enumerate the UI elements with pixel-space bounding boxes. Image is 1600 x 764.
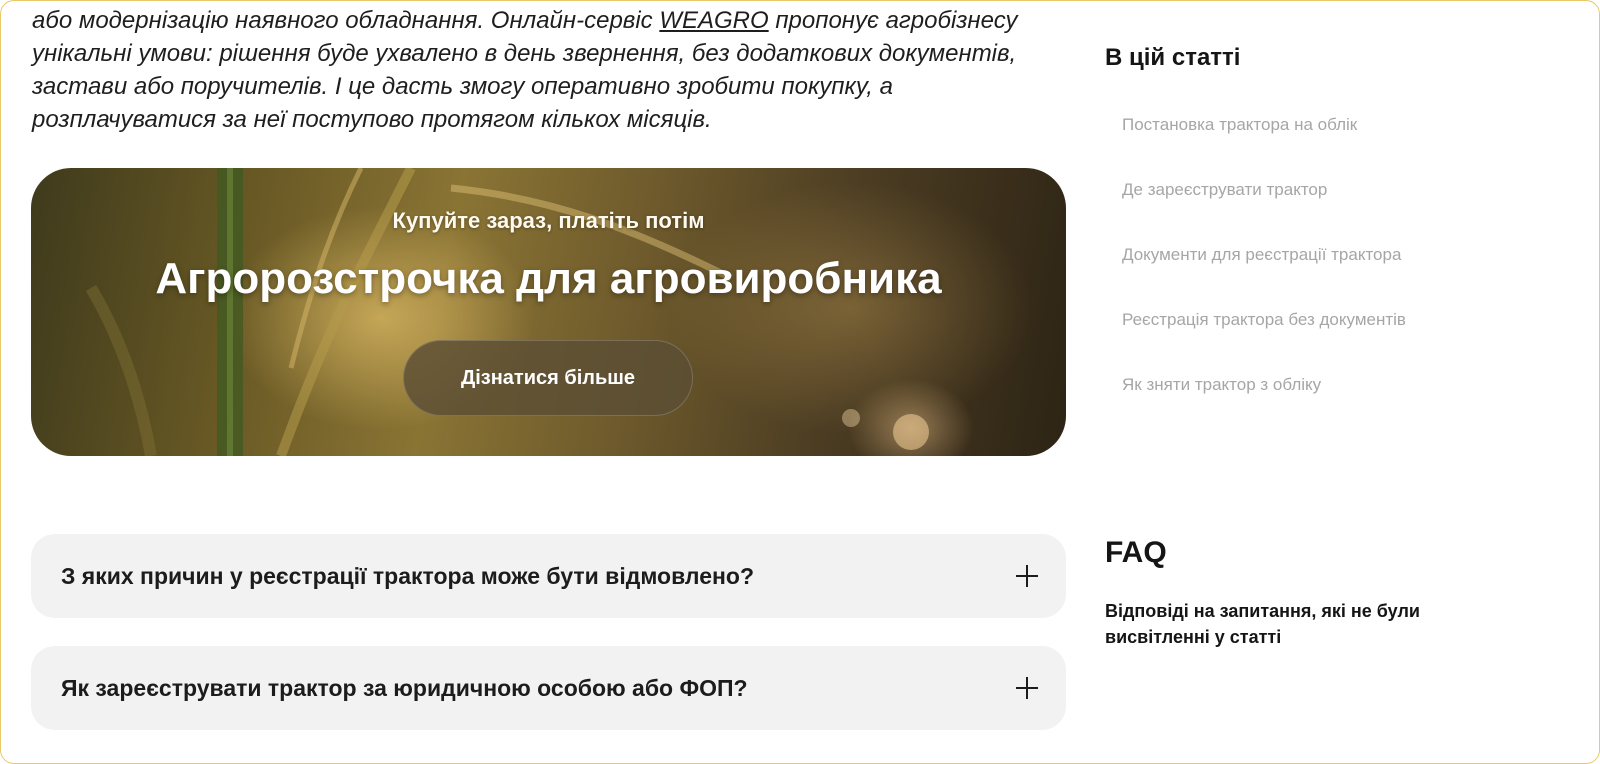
promo-banner[interactable]: Купуйте зараз, платіть потім Агророзстро…: [31, 168, 1066, 456]
toc-item: Постановка трактора на облік: [1122, 112, 1406, 177]
faq-subtitle: Відповіді на запитання, які не були висв…: [1105, 601, 1420, 647]
table-of-contents: Постановка трактора на облік Де зареєстр…: [1122, 112, 1406, 437]
toc-item: Як зняти трактор з обліку: [1122, 372, 1406, 437]
weagro-link[interactable]: WEAGRO: [659, 7, 768, 34]
faq-question: Як зареєструвати трактор за юридичною ос…: [61, 674, 748, 701]
faq-question: З яких причин у реєстрації трактора може…: [61, 562, 754, 589]
faq-accordion-item[interactable]: З яких причин у реєстрації трактора може…: [31, 534, 1066, 618]
toc-link[interactable]: Постановка трактора на облік: [1122, 115, 1357, 134]
toc-item: Документи для реєстрації трактора: [1122, 242, 1406, 307]
toc-link[interactable]: Реєстрація трактора без документів: [1122, 310, 1406, 329]
faq-accordion-item[interactable]: Як зареєструвати трактор за юридичною ос…: [31, 646, 1066, 730]
intro-text-lead: або модернізацію наявного обладнання. Он…: [32, 7, 660, 34]
learn-more-button[interactable]: Дізнатися більше: [403, 340, 693, 416]
article-intro-paragraph: або модернізацію наявного обладнання. Он…: [32, 4, 1042, 136]
faq-heading: FAQ: [1105, 536, 1167, 569]
toc-item: Де зареєструвати трактор: [1122, 177, 1406, 242]
plus-icon[interactable]: [1016, 677, 1038, 699]
banner-eyebrow: Купуйте зараз, платіть потім: [392, 208, 705, 233]
toc-link[interactable]: Де зареєструвати трактор: [1122, 180, 1327, 199]
toc-link[interactable]: Документи для реєстрації трактора: [1122, 245, 1401, 264]
toc-link[interactable]: Як зняти трактор з обліку: [1122, 375, 1321, 394]
toc-item: Реєстрація трактора без документів: [1122, 307, 1406, 372]
plus-icon[interactable]: [1016, 565, 1038, 587]
toc-title: В цій статті: [1105, 44, 1241, 71]
banner-title: Агророзстрочка для агровиробника: [155, 254, 942, 303]
